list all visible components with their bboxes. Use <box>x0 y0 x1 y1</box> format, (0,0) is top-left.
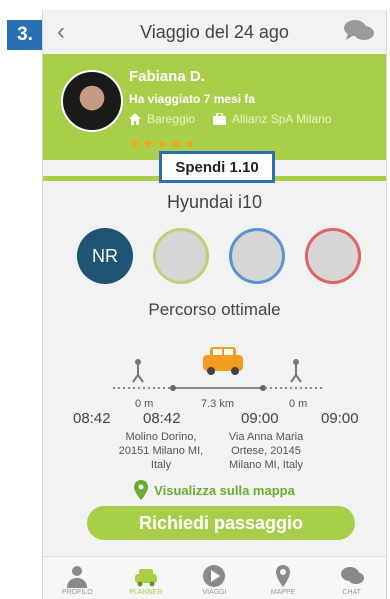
seat-available-blue[interactable] <box>229 228 285 284</box>
dropoff-address: Via Anna Maria Ortese, 20145 Milano MI, … <box>228 431 304 471</box>
car-icon <box>203 347 243 375</box>
briefcase-icon <box>213 113 227 125</box>
route-title: Percorso ottimale <box>148 300 281 319</box>
pickup-address: Molino Dorino, 20151 Milano MI, Italy <box>118 431 204 471</box>
seat-occupied: NR <box>77 228 133 284</box>
request-ride-button[interactable]: Richiedi passaggio <box>87 506 355 540</box>
chat-icon[interactable] <box>342 16 376 46</box>
seat-available-red[interactable] <box>305 228 361 284</box>
spend-label: Spendi 1.10 <box>159 151 275 183</box>
play-icon <box>203 565 226 587</box>
drive-distance: 7.3 km <box>201 398 235 410</box>
company-info: Allianz SpA Milano <box>213 112 331 126</box>
tab-profilo[interactable]: PROFILO <box>43 557 112 599</box>
top-bar: ‹ Viaggio del 24 ago <box>43 10 386 54</box>
driver-name: Fabiana D. <box>129 68 205 85</box>
tab-planner[interactable]: PLANNER <box>112 557 181 599</box>
walk-start-icon <box>132 359 144 383</box>
avatar <box>61 70 123 132</box>
car-tab-icon <box>134 569 157 587</box>
back-icon[interactable]: ‹ <box>57 18 65 46</box>
tab-mappe[interactable]: MAPPE <box>249 557 318 599</box>
user-icon <box>67 566 88 588</box>
pin-icon <box>276 565 291 587</box>
page-title: Viaggio del 24 ago <box>140 21 289 42</box>
chat-tab-icon <box>340 567 364 584</box>
tab-bar: PROFILO PLANNER VIAGGI MAPPE CHAT <box>43 556 386 599</box>
time-end-walk: 09:00 <box>321 410 359 427</box>
travel-time: Ha viaggiato 7 mesi fa <box>129 92 256 106</box>
phone-screen: ‹ Viaggio del 24 ago Fabiana D. Ha viagg… <box>42 10 387 599</box>
home-info: Bareggio <box>129 112 195 126</box>
step-badge: 3. <box>7 20 43 50</box>
time-dropoff: 09:00 <box>241 410 279 427</box>
seat-available-green[interactable] <box>153 228 209 284</box>
tab-chat[interactable]: CHAT <box>317 557 386 599</box>
walk-end-icon <box>290 359 302 383</box>
time-start-walk: 08:42 <box>73 410 111 427</box>
rating-stars: ★★★★★ <box>129 136 198 151</box>
tab-viaggi[interactable]: VIAGGI <box>180 557 249 599</box>
walk-start-distance: 0 m <box>135 398 154 410</box>
map-link[interactable]: Visualizza sulla mappa <box>43 480 386 500</box>
time-pickup: 08:42 <box>143 410 181 427</box>
route-diagram: 0 m 7.3 km 0 m 08:42 08:42 09:00 09:00 M… <box>43 330 386 480</box>
map-pin-icon <box>134 480 149 500</box>
driver-info: Bareggio Allianz SpA Milano <box>129 112 331 126</box>
driver-profile: Fabiana D. Ha viaggiato 7 mesi fa Baregg… <box>43 54 386 160</box>
car-model: Hyundai i10 <box>166 192 263 212</box>
home-icon <box>129 113 141 125</box>
walk-end-distance: 0 m <box>289 398 308 410</box>
